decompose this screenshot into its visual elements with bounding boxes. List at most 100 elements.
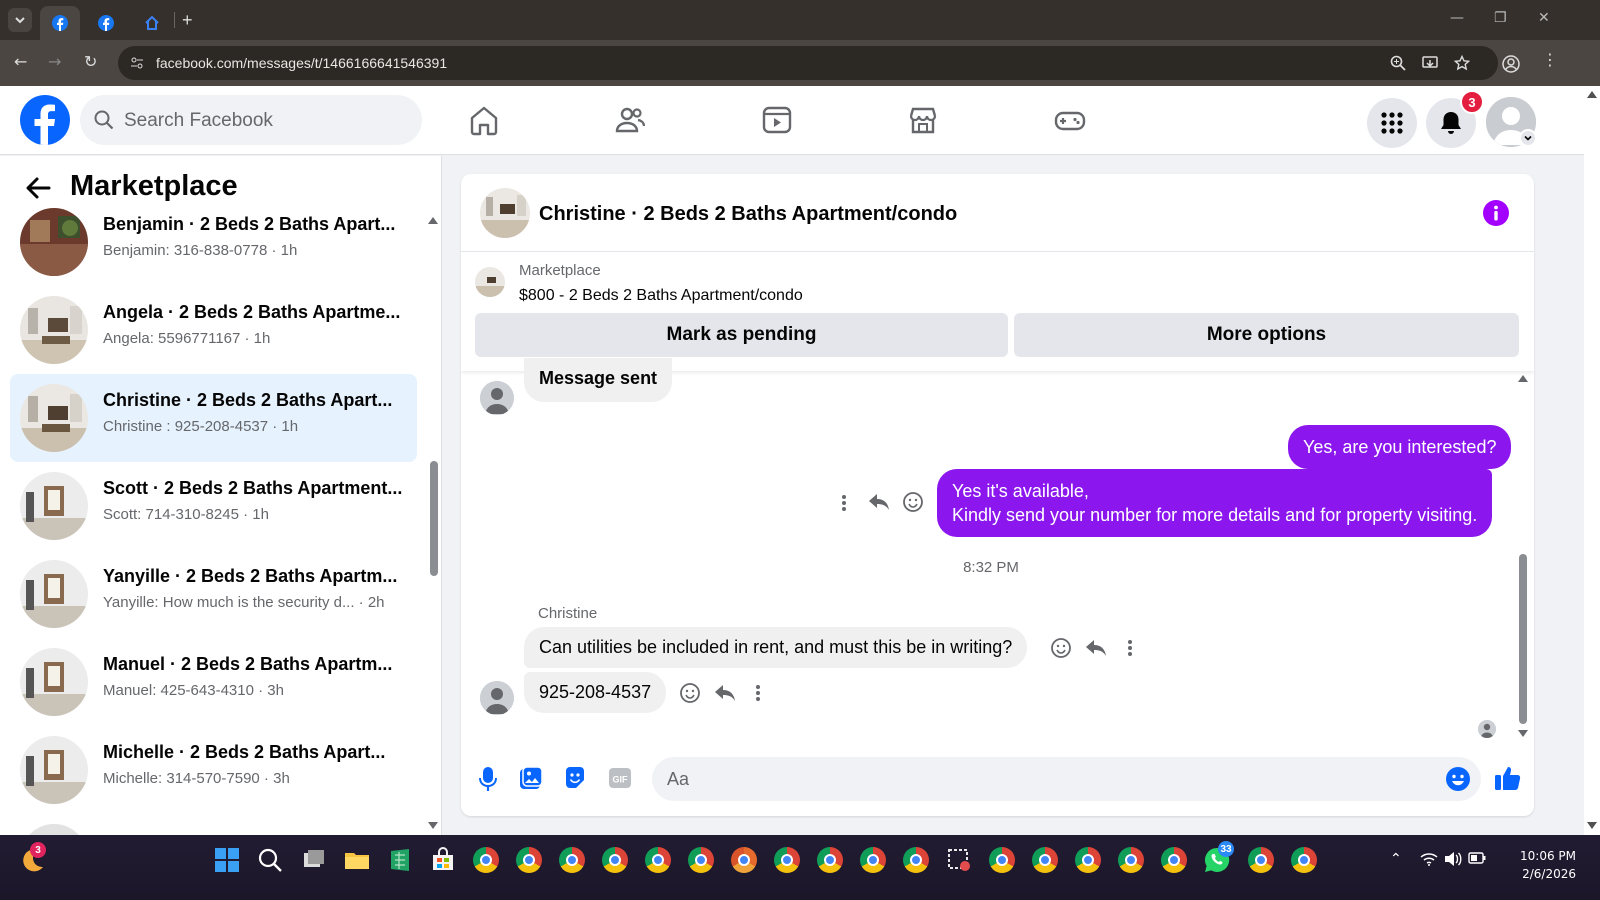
file-explorer-button[interactable] — [344, 847, 370, 873]
conversation-item-yanyille[interactable]: Yanyille · 2 Beds 2 Baths Apartm... Yany… — [10, 550, 417, 638]
back-arrow-icon[interactable]: ← — [14, 52, 27, 71]
info-icon[interactable] — [1482, 199, 1510, 227]
search-facebook-input[interactable]: Search Facebook — [80, 95, 422, 145]
gif-icon[interactable]: GIF — [608, 766, 632, 790]
wifi-icon[interactable] — [1420, 852, 1438, 866]
photo-attach-icon[interactable] — [519, 766, 543, 790]
chrome-window-3[interactable] — [559, 847, 585, 873]
marketplace-icon[interactable] — [907, 104, 939, 136]
incoming-message-bubble[interactable]: Can utilities be included in rent, and m… — [524, 627, 1028, 668]
gaming-icon[interactable] — [1054, 104, 1086, 136]
conversation-item-angela[interactable]: Angela · 2 Beds 2 Baths Apartme... Angel… — [10, 286, 417, 374]
scroll-up-arrow-icon[interactable] — [428, 216, 438, 224]
conversation-item-michelle[interactable]: Michelle · 2 Beds 2 Baths Apart... Miche… — [10, 726, 417, 814]
conversation-item-partial[interactable] — [10, 814, 417, 835]
restore-icon[interactable]: ❐ — [1494, 10, 1507, 26]
browser-menu-icon[interactable]: ⋮ — [1542, 50, 1558, 69]
chat-title[interactable]: Christine · 2 Beds 2 Baths Apartment/con… — [539, 203, 957, 226]
tab-search-button[interactable] — [8, 8, 32, 32]
system-clock[interactable]: 10:06 PM 2/6/2026 — [1520, 847, 1576, 883]
conversation-item-christine[interactable]: Christine · 2 Beds 2 Baths Apart... Chri… — [10, 374, 417, 462]
chrome-window-5[interactable] — [645, 847, 671, 873]
incoming-message-bubble[interactable]: 925-208-4537 — [524, 672, 667, 713]
reply-icon[interactable] — [868, 492, 890, 512]
start-button[interactable] — [214, 847, 240, 873]
scroll-down-arrow-icon[interactable] — [1587, 822, 1597, 830]
chrome-window-6[interactable] — [688, 847, 714, 873]
outgoing-message-bubble[interactable]: Yes, are you interested? — [1288, 425, 1512, 469]
spreadsheet-app-button[interactable] — [387, 847, 413, 873]
conversation-item-manuel[interactable]: Manuel · 2 Beds 2 Baths Apartm... Manuel… — [10, 638, 417, 726]
chrome-window-13[interactable] — [1032, 847, 1058, 873]
reply-icon[interactable] — [1085, 638, 1107, 658]
chrome-window-14[interactable] — [1075, 847, 1101, 873]
chrome-window-1[interactable] — [473, 847, 499, 873]
volume-icon[interactable] — [1444, 851, 1462, 867]
chrome-window-7[interactable] — [731, 847, 757, 873]
chrome-window-10[interactable] — [860, 847, 886, 873]
message-input[interactable]: Aa — [652, 757, 1481, 801]
outgoing-message-bubble[interactable]: Yes it's available, Kindly send your num… — [937, 469, 1493, 537]
home-icon[interactable] — [468, 104, 500, 136]
install-app-icon[interactable] — [1422, 55, 1438, 71]
mark-as-pending-button[interactable]: Mark as pending — [475, 313, 1008, 357]
microphone-icon[interactable] — [478, 766, 498, 792]
scroll-up-arrow-icon[interactable] — [1587, 90, 1597, 98]
url-text[interactable]: facebook.com/messages/t/1466166641546391 — [156, 55, 447, 71]
bookmark-star-icon[interactable] — [1454, 55, 1470, 71]
reload-icon[interactable]: ↻ — [84, 52, 97, 71]
scroll-down-arrow-icon[interactable] — [428, 822, 438, 830]
taskbar-search-button[interactable] — [257, 847, 283, 873]
sticker-icon[interactable] — [563, 766, 587, 790]
chat-listing-avatar[interactable] — [480, 188, 530, 238]
sidebar-scrollbar-thumb[interactable] — [430, 461, 438, 576]
contact-avatar[interactable] — [480, 381, 514, 415]
chrome-window-8[interactable] — [774, 847, 800, 873]
page-scrollbar[interactable] — [1584, 86, 1600, 835]
account-chevron[interactable] — [1519, 129, 1537, 147]
listing-price-title[interactable]: $800 - 2 Beds 2 Baths Apartment/condo — [519, 287, 803, 305]
battery-icon[interactable] — [1468, 852, 1486, 864]
thumbs-up-like-icon[interactable] — [1494, 764, 1522, 792]
listing-thumbnail-small[interactable] — [475, 267, 505, 297]
snipping-tool-button[interactable] — [946, 847, 972, 873]
profile-icon[interactable] — [1502, 55, 1520, 73]
minimize-icon[interactable]: — — [1450, 10, 1464, 26]
new-tab-plus-icon[interactable]: + — [182, 10, 193, 31]
chrome-window-15[interactable] — [1118, 847, 1144, 873]
facebook-logo-icon[interactable] — [20, 95, 70, 145]
chrome-window-4[interactable] — [602, 847, 628, 873]
url-omnibox[interactable]: facebook.com/messages/t/1466166641546391 — [118, 46, 1498, 80]
reply-icon[interactable] — [714, 683, 736, 703]
incoming-message-bubble[interactable]: Message sent — [524, 358, 673, 402]
emoji-picker-icon[interactable] — [1445, 766, 1471, 792]
more-actions-icon[interactable] — [751, 683, 765, 703]
conversation-item-benjamin[interactable]: Benjamin · 2 Beds 2 Baths Apart... Benja… — [10, 198, 417, 286]
contact-avatar[interactable] — [480, 681, 514, 715]
react-emoji-icon[interactable] — [1050, 637, 1072, 659]
more-options-button[interactable]: More options — [1014, 313, 1519, 357]
react-emoji-icon[interactable] — [679, 682, 701, 704]
task-view-button[interactable] — [301, 847, 327, 873]
chrome-window-16[interactable] — [1161, 847, 1187, 873]
chrome-window-17[interactable] — [1248, 847, 1274, 873]
chrome-window-18[interactable] — [1291, 847, 1317, 873]
close-window-icon[interactable]: ✕ — [1538, 10, 1550, 26]
chat-scrollbar-thumb[interactable] — [1519, 554, 1527, 724]
tray-overflow-chevron-icon[interactable]: ⌃ — [1390, 851, 1402, 867]
chrome-window-2[interactable] — [516, 847, 542, 873]
browser-tab-zillow[interactable] — [134, 6, 170, 40]
chrome-window-12[interactable] — [989, 847, 1015, 873]
zoom-icon[interactable] — [1390, 55, 1406, 71]
more-actions-icon[interactable] — [1123, 638, 1137, 658]
browser-tab-facebook-active[interactable] — [40, 6, 80, 40]
react-emoji-icon[interactable] — [902, 491, 924, 513]
forward-arrow-icon[interactable]: → — [48, 52, 61, 71]
chrome-window-11[interactable] — [903, 847, 929, 873]
more-actions-icon[interactable] — [837, 493, 851, 513]
scroll-down-arrow-icon[interactable] — [1518, 730, 1528, 738]
menu-grid-button[interactable] — [1367, 98, 1417, 148]
scroll-up-arrow-icon[interactable] — [1518, 374, 1528, 382]
chrome-window-9[interactable] — [817, 847, 843, 873]
conversation-item-scott[interactable]: Scott · 2 Beds 2 Baths Apartment... Scot… — [10, 462, 417, 550]
